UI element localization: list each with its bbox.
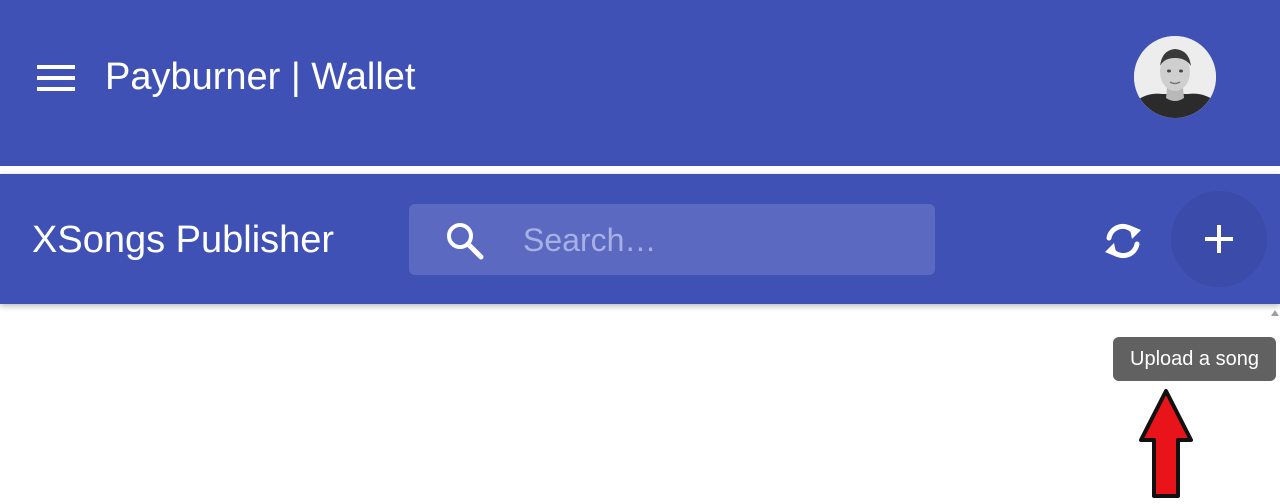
red-arrow-icon <box>1139 389 1193 498</box>
search-icon <box>447 223 484 260</box>
app-bar: Payburner | Wallet <box>0 0 1280 166</box>
menu-button[interactable] <box>34 60 78 96</box>
scrollbar-arrow[interactable] <box>1271 310 1279 316</box>
refresh-icon <box>1105 223 1141 259</box>
search-input[interactable] <box>523 220 923 260</box>
hamburger-menu-icon <box>37 65 75 91</box>
avatar[interactable] <box>1134 36 1216 118</box>
page-title: XSongs Publisher <box>32 219 335 261</box>
user-avatar-image <box>1134 36 1216 118</box>
plus-icon <box>1205 225 1233 253</box>
add-song-button[interactable] <box>1171 191 1267 287</box>
app-title: Payburner | Wallet <box>105 56 416 98</box>
refresh-button[interactable] <box>1097 216 1149 266</box>
toolbar: XSongs Publisher <box>0 174 1280 304</box>
tooltip: Upload a song <box>1113 337 1276 381</box>
